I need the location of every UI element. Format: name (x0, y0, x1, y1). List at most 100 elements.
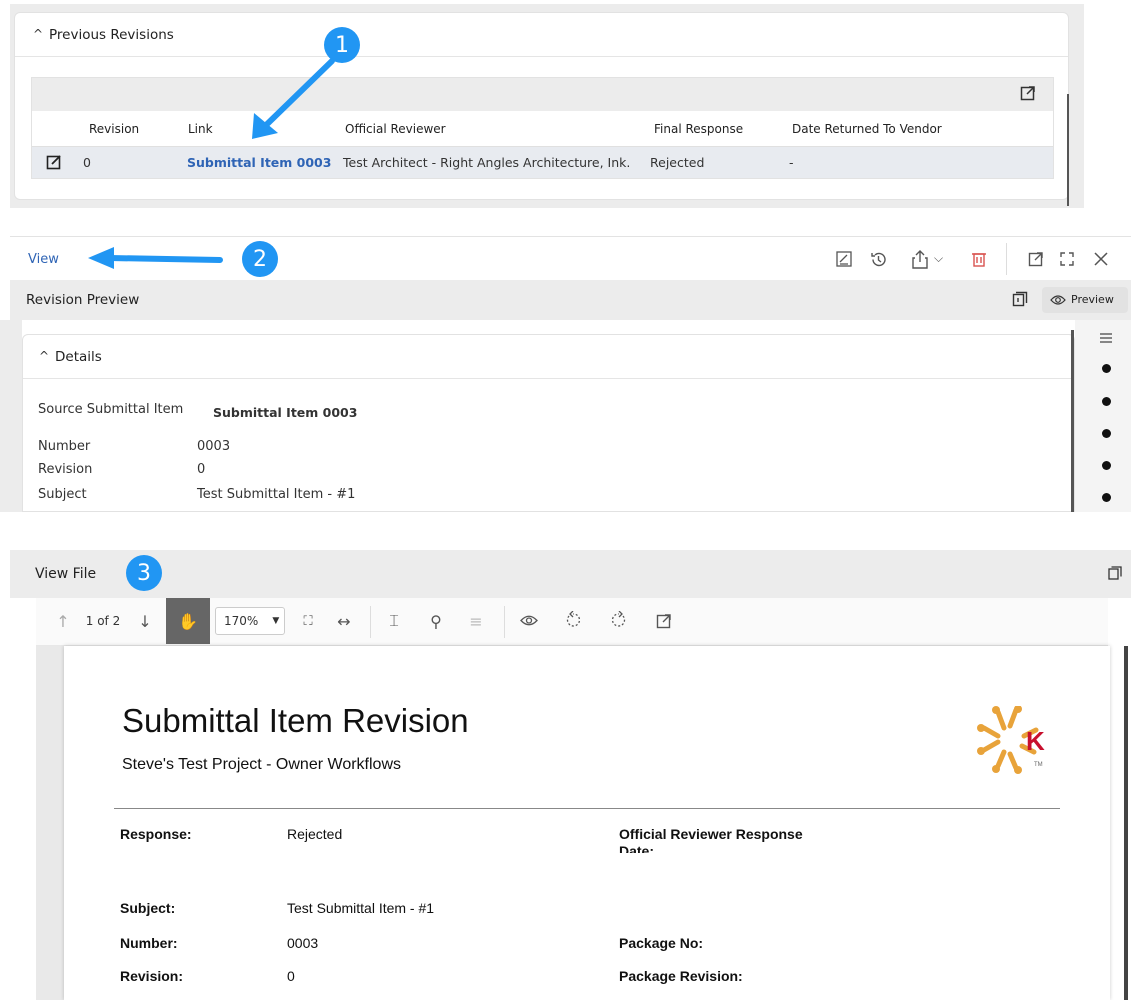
details-card: ^ Details Source Submittal Item Submitta… (22, 334, 1075, 512)
callout-arrow-1 (252, 58, 335, 139)
reviewer-response-label: Official Reviewer Response (619, 826, 803, 842)
callout-arrow-2 (88, 247, 223, 269)
revision-label: Revision: (120, 968, 184, 984)
date-label: Date: (619, 844, 655, 853)
field-value: Test Submittal Item - #1 (197, 487, 356, 502)
view-file-header: View File (10, 550, 1131, 598)
logo-tm: TM (1034, 762, 1043, 768)
outline-dot[interactable] (1102, 364, 1111, 373)
callout-badge-3: 3 (126, 555, 162, 591)
document-icon[interactable] (1108, 566, 1122, 580)
col-official-reviewer: Official Reviewer (345, 122, 446, 136)
outline-dot[interactable] (1102, 493, 1111, 502)
revision-preview-bar: Revision Preview Preview (10, 280, 1131, 320)
toolbar-divider (1006, 243, 1007, 275)
table-header: Revision Link Official Reviewer Final Re… (32, 111, 1053, 147)
preview-toggle[interactable]: Preview (1042, 287, 1128, 313)
document-page: Submittal Item Revision Steve's Test Pro… (64, 646, 1110, 1000)
logo-letter: K (1026, 726, 1045, 756)
document-project: Steve's Test Project - Owner Workflows (122, 756, 401, 773)
next-page-icon[interactable]: ↓ (134, 598, 156, 644)
response-value: Rejected (287, 826, 343, 842)
source-submittal-link[interactable]: Submittal Item 0003 (213, 405, 357, 420)
fit-width-icon[interactable]: ↔ (328, 598, 360, 644)
row-revision: 0 (83, 155, 91, 170)
view-link[interactable]: View (28, 252, 59, 267)
close-icon[interactable] (1094, 252, 1108, 266)
row-date: - (789, 155, 794, 170)
row-link[interactable]: Submittal Item 0003 (187, 155, 331, 170)
fit-page-icon[interactable]: ⛶ (292, 598, 324, 644)
details-title: Details (55, 349, 102, 365)
outline-dot[interactable] (1102, 461, 1111, 470)
viewer-toolbar: ↑ 1 of 2 ↓ ✋ 170% ▼ ⛶ ↔ ⌶ ⚲ ≡ (36, 598, 1108, 646)
field-label: Source Submittal Item (38, 402, 184, 417)
edit-icon[interactable] (46, 154, 62, 170)
table-toolbar (32, 78, 1053, 111)
document-title: Submittal Item Revision (122, 702, 469, 739)
eye-icon[interactable] (520, 614, 538, 627)
left-gutter (0, 598, 36, 1000)
subject-label: Subject: (120, 900, 176, 916)
previous-revisions-section: ^ Previous Revisions Revision Link Offic… (0, 0, 1131, 210)
viewer-scrollbar[interactable] (1124, 646, 1128, 1000)
pan-hand-icon[interactable]: ✋ (166, 598, 210, 644)
package-no-label: Package No: (619, 935, 704, 951)
col-link: Link (188, 122, 213, 136)
history-icon[interactable] (870, 251, 887, 268)
toolbar-divider (370, 606, 371, 638)
field-label: Subject (38, 487, 87, 502)
response-label: Response: (120, 826, 192, 842)
page-indicator: 1 of 2 (85, 614, 121, 628)
company-logo: K TM (977, 706, 1045, 774)
number-label: Number: (120, 935, 178, 951)
col-date-returned: Date Returned To Vendor (792, 122, 942, 136)
chevron-up-icon[interactable]: ^ (33, 27, 43, 41)
zoom-value: 170% (224, 614, 259, 628)
eye-icon (1050, 295, 1066, 305)
previous-revisions-card: ^ Previous Revisions Revision Link Offic… (14, 12, 1069, 200)
number-value: 0003 (287, 935, 319, 951)
open-external-icon[interactable] (656, 613, 672, 629)
prev-page-icon[interactable]: ↑ (52, 598, 74, 644)
dropdown-arrow-icon: ▼ (272, 616, 280, 626)
list-icon[interactable] (1100, 333, 1112, 343)
open-external-icon[interactable] (1020, 85, 1036, 101)
previous-revisions-header[interactable]: ^ Previous Revisions (15, 13, 1068, 57)
document-icon[interactable] (1012, 291, 1028, 307)
rotate-left-icon[interactable] (564, 611, 582, 629)
chevron-down-icon[interactable]: ⌵ (934, 252, 943, 264)
share-icon[interactable] (912, 249, 928, 269)
scrollbar-track[interactable] (1071, 330, 1074, 512)
revision-value: 0 (287, 968, 295, 984)
scrollbar-track[interactable] (1067, 94, 1069, 206)
outline-sidebar (1075, 320, 1131, 512)
outline-dot[interactable] (1102, 429, 1111, 438)
zoom-select[interactable]: 170% ▼ (214, 598, 286, 644)
search-icon[interactable]: ⚲ (420, 598, 452, 644)
row-response: Rejected (650, 155, 705, 170)
col-final-response: Final Response (654, 122, 744, 136)
field-value: 0003 (197, 439, 231, 454)
field-value: 0 (197, 462, 206, 477)
subject-value: Test Submittal Item - #1 (287, 900, 435, 916)
view-file-title: View File (35, 566, 97, 582)
sign-icon[interactable] (836, 251, 852, 267)
table-row[interactable]: 0 Submittal Item 0003 Test Architect - R… (32, 147, 1053, 178)
details-header[interactable]: ^ Details (23, 335, 1074, 379)
section-title: Previous Revisions (49, 27, 174, 43)
revision-preview-section: View ⌵ Revision Preview Preview ^ Detail… (0, 232, 1131, 512)
expand-icon[interactable] (1060, 252, 1074, 266)
text-select-icon[interactable]: ⌶ (378, 598, 410, 644)
preview-label: Preview (1071, 293, 1114, 306)
open-external-icon[interactable] (1028, 251, 1044, 267)
row-reviewer: Test Architect - Right Angles Architectu… (343, 155, 631, 170)
delete-icon[interactable] (972, 251, 986, 267)
outline-dot[interactable] (1102, 397, 1111, 406)
chevron-up-icon[interactable]: ^ (39, 349, 49, 363)
package-revision-label: Package Revision: (619, 968, 743, 984)
revision-preview-title: Revision Preview (26, 292, 140, 308)
filter-icon[interactable]: ≡ (460, 598, 492, 644)
toolbar-divider (504, 606, 505, 638)
rotate-right-icon[interactable] (610, 611, 628, 629)
